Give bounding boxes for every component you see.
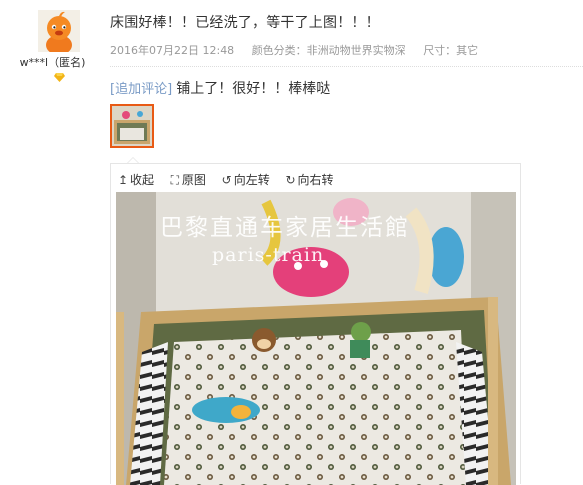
collapse-arrow-icon: ↥ — [117, 173, 129, 187]
gold-diamond-icon — [54, 73, 65, 82]
review-content: 床围好棒！！已经洗了，等干了上图！！！ — [110, 15, 380, 31]
watermark-subtitle: paris-train — [212, 244, 325, 266]
appended-text: 铺上了！很好！！棒棒哒 — [176, 81, 331, 97]
rotate-left-button[interactable]: ↺ 向左转 — [221, 171, 270, 188]
rotate-right-label: 向右转 — [297, 173, 334, 187]
rotate-left-icon: ↺ — [221, 173, 232, 187]
image-viewer: ↥ 收起 ⛶ 原图 ↺ 向左转 ↻ 向右转 巴黎直通车家居生活館 paris-t… — [110, 163, 521, 485]
collapse-button[interactable]: ↥ 收起 — [117, 171, 154, 188]
review-date: 2016年07月22日 12:48 — [110, 44, 235, 57]
review-photo-large: 巴黎直通车家居生活館 paris-train — [116, 192, 516, 485]
original-label: 原图 — [181, 173, 206, 187]
orange-cartoon-avatar-icon — [38, 10, 80, 52]
collapse-label: 收起 — [130, 173, 155, 187]
rotate-right-icon: ↻ — [285, 173, 296, 187]
viewer-toolbar: ↥ 收起 ⛶ 原图 ↺ 向左转 ↻ 向右转 — [117, 171, 345, 188]
reviewer-name: w***l（匿名) — [19, 56, 86, 69]
review-photo-thumbnail[interactable] — [110, 104, 154, 148]
rotate-left-label: 向左转 — [233, 173, 270, 187]
review-color-category: 颜色分类：非洲动物世界实物深 — [251, 44, 406, 57]
avatar[interactable] — [38, 10, 80, 52]
original-image-button[interactable]: ⛶ 原图 — [169, 171, 206, 188]
review-size: 尺寸：其它 — [423, 44, 479, 57]
review-meta: 2016年07月22日 12:48 颜色分类：非洲动物世界实物深 尺寸：其它 — [110, 42, 492, 58]
rotate-right-button[interactable]: ↻ 向右转 — [285, 171, 334, 188]
divider — [110, 66, 583, 67]
appended-tag: [追加评论] — [110, 82, 173, 97]
thumbnail-image — [112, 106, 152, 146]
original-size-icon: ⛶ — [170, 173, 180, 187]
watermark-title: 巴黎直通车家居生活館 — [160, 215, 410, 241]
appended-review: [追加评论] 铺上了！很好！！棒棒哒 — [110, 78, 330, 98]
